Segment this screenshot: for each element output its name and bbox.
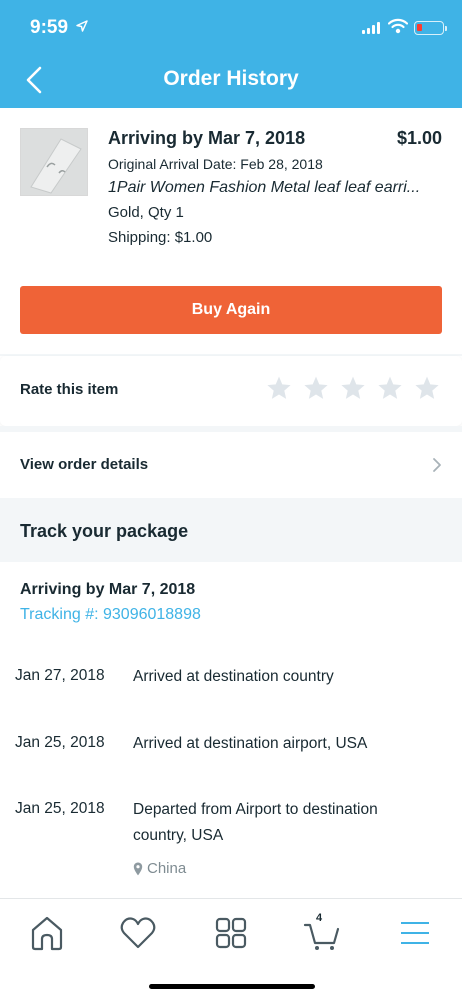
product-variant: Gold, Qty 1 [108, 204, 184, 221]
original-arrival-date: Original Arrival Date: Feb 28, 2018 [108, 156, 323, 172]
star-icon-4[interactable] [377, 375, 403, 401]
event-location-label: China [147, 860, 187, 877]
event-location: China [133, 860, 186, 877]
location-arrow-icon [76, 20, 88, 32]
star-icon-2[interactable] [303, 375, 329, 401]
home-indicator [149, 984, 315, 989]
grid-icon[interactable] [211, 913, 251, 953]
chevron-right-icon [433, 458, 441, 472]
star-rating [266, 375, 440, 401]
shipping-cost: Shipping: $1.00 [108, 229, 213, 246]
wifi-icon [388, 18, 408, 34]
earring-image [21, 129, 87, 195]
tab-bar: 4 [0, 898, 462, 1000]
view-order-details-label: View order details [20, 456, 149, 473]
view-order-details-row[interactable]: View order details [0, 432, 462, 498]
order-price: $1.00 [396, 128, 442, 148]
location-pin-icon [133, 862, 143, 875]
battery-icon [414, 21, 447, 35]
event-date: Jan 25, 2018 [15, 800, 105, 817]
home-icon[interactable] [27, 913, 67, 953]
rate-item-label: Rate this item [20, 381, 119, 398]
nav-bar: Order History [0, 56, 462, 108]
cart-count-badge: 4 [316, 912, 323, 924]
cart-tab[interactable]: 4 [302, 912, 342, 953]
event-date: Jan 27, 2018 [15, 667, 105, 684]
buy-again-button[interactable]: Buy Again [20, 286, 442, 334]
app-header: 9:59 Order History [0, 0, 462, 108]
event-description: Arrived at destination country [133, 668, 334, 685]
page-title: Order History [163, 67, 299, 90]
tracking-arrival: Arriving by Mar 7, 2018 [20, 581, 196, 598]
track-package-title: Track your package [20, 521, 189, 541]
order-arrival-title: Arriving by Mar 7, 2018 [108, 128, 306, 148]
status-bar: 9:59 [0, 0, 462, 56]
event-description: Arrived at destination airport, USA [133, 735, 368, 752]
order-summary: Arriving by Mar 7, 2018 $1.00 Original A… [0, 108, 462, 354]
product-thumbnail[interactable] [20, 128, 88, 196]
product-name[interactable]: 1Pair Women Fashion Metal leaf leaf earr… [108, 179, 438, 197]
menu-icon[interactable] [395, 913, 435, 953]
star-icon-3[interactable] [340, 375, 366, 401]
status-time: 9:59 [30, 17, 69, 38]
track-package-header: Track your package [0, 500, 462, 562]
rate-item-row: Rate this item [0, 356, 462, 426]
tracking-number-link[interactable]: Tracking #: 93096018898 [20, 606, 201, 624]
heart-icon[interactable] [118, 913, 158, 953]
cellular-signal-icon [362, 22, 380, 34]
star-icon-1[interactable] [266, 375, 292, 401]
event-description: Departed from Airport to destination cou… [133, 801, 378, 844]
event-date: Jan 25, 2018 [15, 734, 105, 751]
tracking-details: Arriving by Mar 7, 2018 Tracking #: 9309… [0, 562, 462, 898]
star-icon-5[interactable] [414, 375, 440, 401]
